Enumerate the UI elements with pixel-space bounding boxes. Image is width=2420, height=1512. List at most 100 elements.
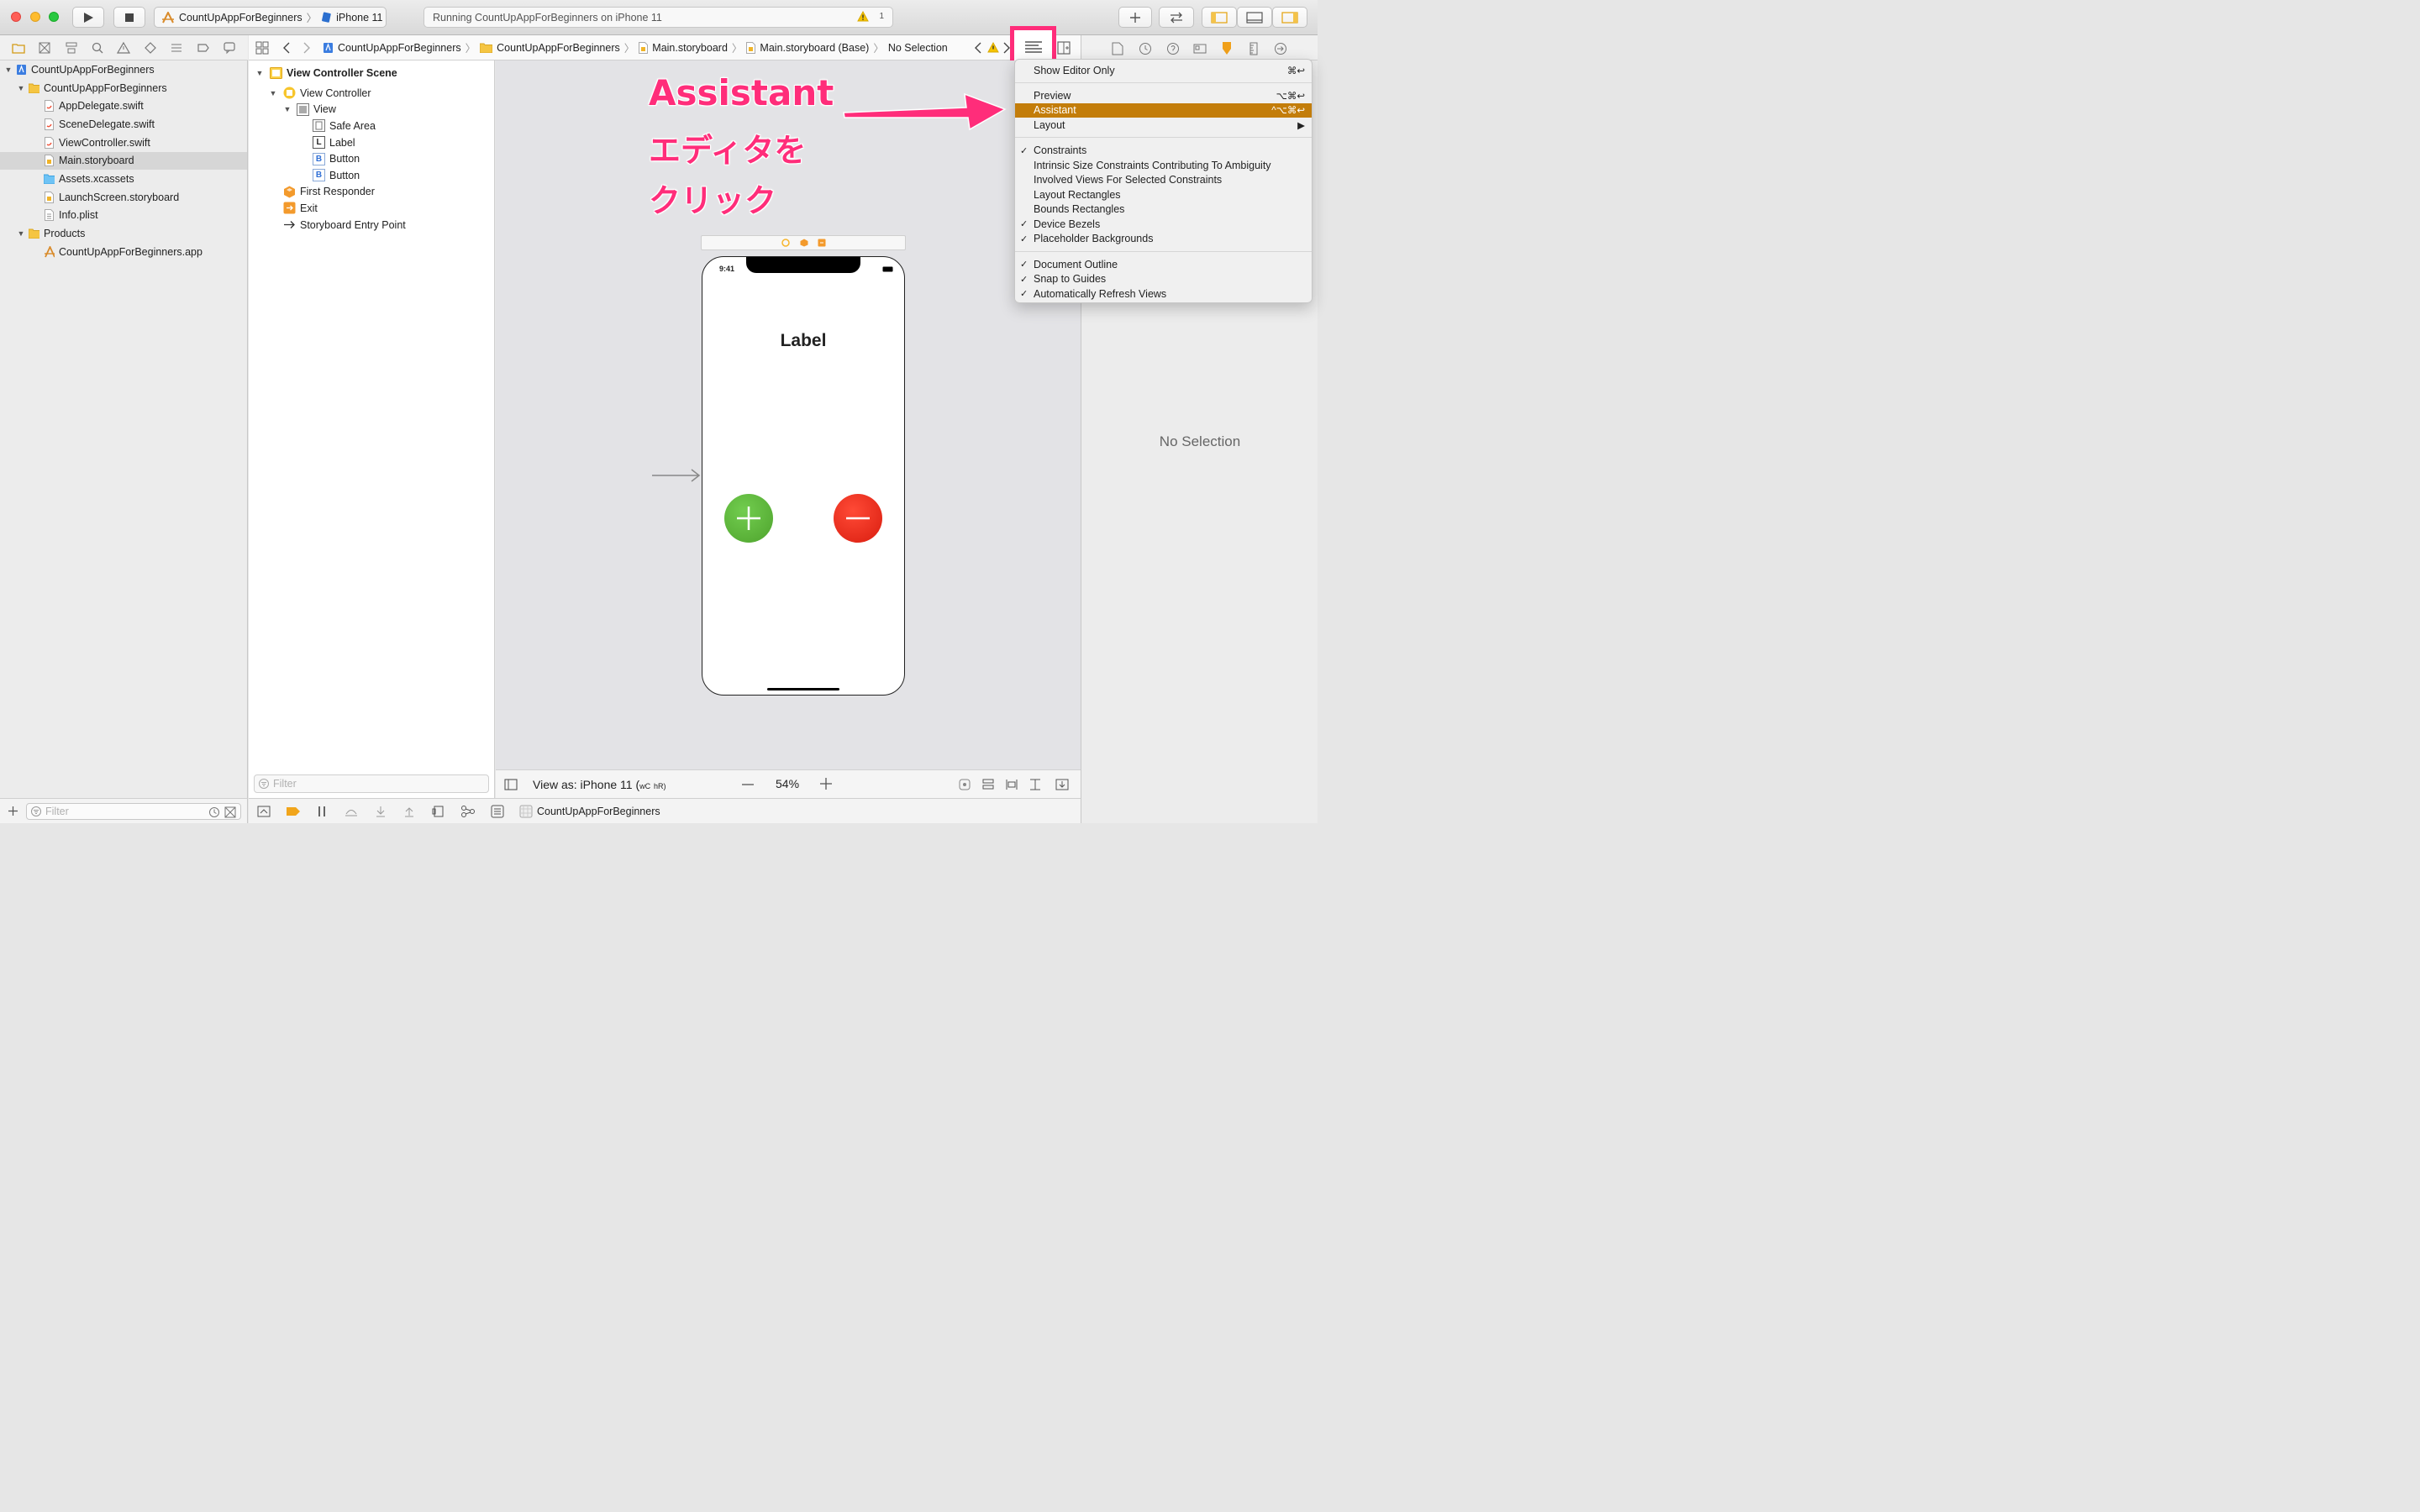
nav-item-group[interactable]: ▼ Products — [0, 224, 247, 243]
nav-item-group[interactable]: ▼ CountUpAppForBeginners — [0, 79, 247, 97]
disclosure-triangle-icon[interactable]: ▼ — [255, 69, 264, 77]
outline-item-first-responder[interactable]: First Responder — [283, 184, 375, 201]
source-control-filter-icon[interactable] — [224, 806, 236, 818]
storyboard-entry-point-arrow[interactable] — [652, 468, 701, 483]
nav-item-file[interactable]: CountUpAppForBeginners.app — [0, 243, 247, 261]
menu-item-constraints[interactable]: ✓ Constraints — [1015, 144, 1312, 159]
toggle-debug-area-button[interactable] — [1237, 7, 1272, 28]
nav-item-file[interactable]: Info.plist — [0, 207, 247, 225]
step-out-icon[interactable] — [403, 806, 415, 817]
outline-item-scene[interactable]: ▼ View Controller Scene — [255, 65, 397, 81]
jumpbar-crumb-no-selection[interactable]: No Selection — [888, 42, 948, 54]
toggle-inspector-button[interactable] — [1272, 7, 1307, 28]
outline-item-label-element[interactable]: L Label — [313, 134, 355, 151]
outline-item-view-controller[interactable]: ▼ View Controller — [269, 85, 371, 102]
outline-item-safe-area[interactable]: Safe Area — [313, 118, 376, 134]
menu-item-automatically-refresh-views[interactable]: ✓ Automatically Refresh Views — [1015, 286, 1312, 302]
step-into-icon[interactable] — [375, 806, 387, 817]
report-navigator-bubble-icon[interactable] — [223, 41, 236, 55]
menu-item-layout-rectangles[interactable]: Layout Rectangles — [1015, 187, 1312, 202]
connections-inspector-arrow-icon[interactable] — [1274, 42, 1287, 55]
related-items-grid-icon[interactable] — [255, 41, 269, 55]
menu-item-show-editor-only[interactable]: Show Editor Only ⌘↩ — [1015, 63, 1312, 78]
toggle-navigator-button[interactable] — [1202, 7, 1237, 28]
storyboard-canvas[interactable]: 9:41 Label Assistant エディタを クリック — [496, 60, 1081, 769]
disclosure-triangle-icon[interactable]: ▼ — [283, 105, 292, 113]
menu-item-assistant[interactable]: Assistant ^⌥⌘↩ — [1015, 102, 1312, 118]
menu-item-document-outline[interactable]: ✓ Document Outline — [1015, 257, 1312, 272]
update-frames-icon[interactable] — [958, 778, 971, 791]
jumpbar-crumb-localization[interactable]: Main.storyboard (Base) — [746, 41, 869, 54]
menu-item-preview[interactable]: Preview ⌥⌘↩ — [1015, 88, 1312, 103]
nav-item-file[interactable]: Assets.xcassets — [0, 170, 247, 188]
memory-graph-icon[interactable] — [460, 805, 476, 818]
history-inspector-clock-icon[interactable] — [1139, 42, 1152, 55]
iphone-scene-frame[interactable]: 9:41 Label — [702, 256, 905, 696]
code-review-button[interactable] — [1159, 7, 1194, 28]
outline-item-view[interactable]: ▼ View — [283, 102, 336, 118]
dock-first-responder-icon[interactable] — [800, 239, 808, 247]
attributes-inspector-icon[interactable] — [1220, 41, 1234, 56]
outline-item-button[interactable]: B Button — [313, 167, 360, 184]
disclosure-triangle-icon[interactable]: ▼ — [4, 66, 13, 74]
nav-item-file[interactable]: ViewController.swift — [0, 134, 247, 152]
stop-button[interactable] — [113, 7, 145, 28]
close-window-button[interactable] — [11, 12, 21, 22]
find-navigator-search-icon[interactable] — [91, 41, 104, 55]
environment-overrides-icon[interactable] — [491, 805, 504, 818]
nav-item-file[interactable]: LaunchScreen.storyboard — [0, 188, 247, 207]
file-inspector-icon[interactable] — [1112, 42, 1123, 55]
issue-warning-icon[interactable] — [987, 42, 999, 53]
nav-item-file[interactable]: AppDelegate.swift — [0, 97, 247, 115]
debug-navigator-icon[interactable] — [170, 41, 183, 55]
recent-files-clock-icon[interactable] — [208, 806, 220, 818]
outline-item-exit[interactable]: Exit — [283, 200, 318, 217]
view-as-label[interactable]: View as: iPhone 11 (wC hR) — [533, 778, 666, 791]
scheme-selector[interactable]: CountUpAppForBeginners 〉 iPhone 11 — [154, 7, 387, 28]
step-over-icon[interactable] — [345, 806, 358, 817]
run-button[interactable] — [72, 7, 104, 28]
project-navigator-folder-icon[interactable] — [12, 42, 25, 54]
breakpoints-toggle-icon[interactable] — [286, 806, 301, 816]
issue-navigator-warning-icon[interactable] — [117, 41, 131, 55]
warning-icon[interactable] — [857, 11, 869, 22]
align-constraints-icon[interactable] — [1005, 778, 1018, 791]
disclosure-triangle-icon[interactable]: ▼ — [17, 84, 25, 92]
navigator-filter-field[interactable]: Filter — [26, 803, 241, 820]
jumpbar-crumb-group[interactable]: CountUpAppForBeginners — [480, 42, 620, 54]
identity-inspector-icon[interactable] — [1193, 42, 1207, 55]
hide-debug-area-icon[interactable] — [257, 806, 271, 817]
disclosure-triangle-icon[interactable]: ▼ — [17, 229, 25, 238]
dock-view-controller-icon[interactable] — [781, 239, 790, 247]
minimize-window-button[interactable] — [30, 12, 40, 22]
zoom-in-plus-icon[interactable] — [820, 778, 832, 790]
symbol-navigator-icon[interactable] — [65, 41, 78, 55]
disclosure-triangle-icon[interactable]: ▼ — [269, 89, 277, 97]
breakpoint-navigator-icon[interactable] — [197, 41, 210, 55]
resolve-auto-layout-issues-icon[interactable] — [1055, 778, 1069, 791]
menu-item-bounds-rectangles[interactable]: Bounds Rectangles — [1015, 202, 1312, 218]
go-forward-chevron-icon[interactable] — [302, 42, 311, 54]
outline-item-entry-point[interactable]: Storyboard Entry Point — [283, 217, 406, 234]
zoom-window-button[interactable] — [49, 12, 59, 22]
library-button[interactable] — [1118, 7, 1152, 28]
toggle-outline-panel-icon[interactable] — [504, 778, 518, 790]
outline-filter-field[interactable]: Filter — [254, 774, 489, 793]
embed-in-stack-icon[interactable] — [981, 778, 995, 791]
previous-issue-chevron-icon[interactable] — [974, 42, 982, 54]
source-control-navigator-icon[interactable] — [38, 41, 51, 55]
menu-item-layout[interactable]: Layout ▶ — [1015, 118, 1312, 133]
add-editor-split-icon[interactable] — [1057, 41, 1071, 55]
pause-icon[interactable] — [316, 806, 328, 817]
add-file-plus-icon[interactable] — [8, 806, 18, 816]
minus-button[interactable] — [834, 494, 882, 543]
jumpbar-crumb-project[interactable]: CountUpAppForBeginners — [323, 42, 461, 54]
count-label[interactable]: Label — [702, 331, 904, 351]
debug-view-hierarchy-icon[interactable] — [432, 805, 445, 818]
menu-item-placeholder-backgrounds[interactable]: ✓ Placeholder Backgrounds — [1015, 232, 1312, 247]
plus-button[interactable] — [724, 494, 773, 543]
menu-item-device-bezels[interactable]: ✓ Device Bezels — [1015, 217, 1312, 232]
nav-item-file-selected[interactable]: Main.storyboard — [0, 151, 247, 171]
zoom-out-minus-icon[interactable] — [742, 783, 754, 786]
size-inspector-ruler-icon[interactable] — [1249, 42, 1259, 55]
